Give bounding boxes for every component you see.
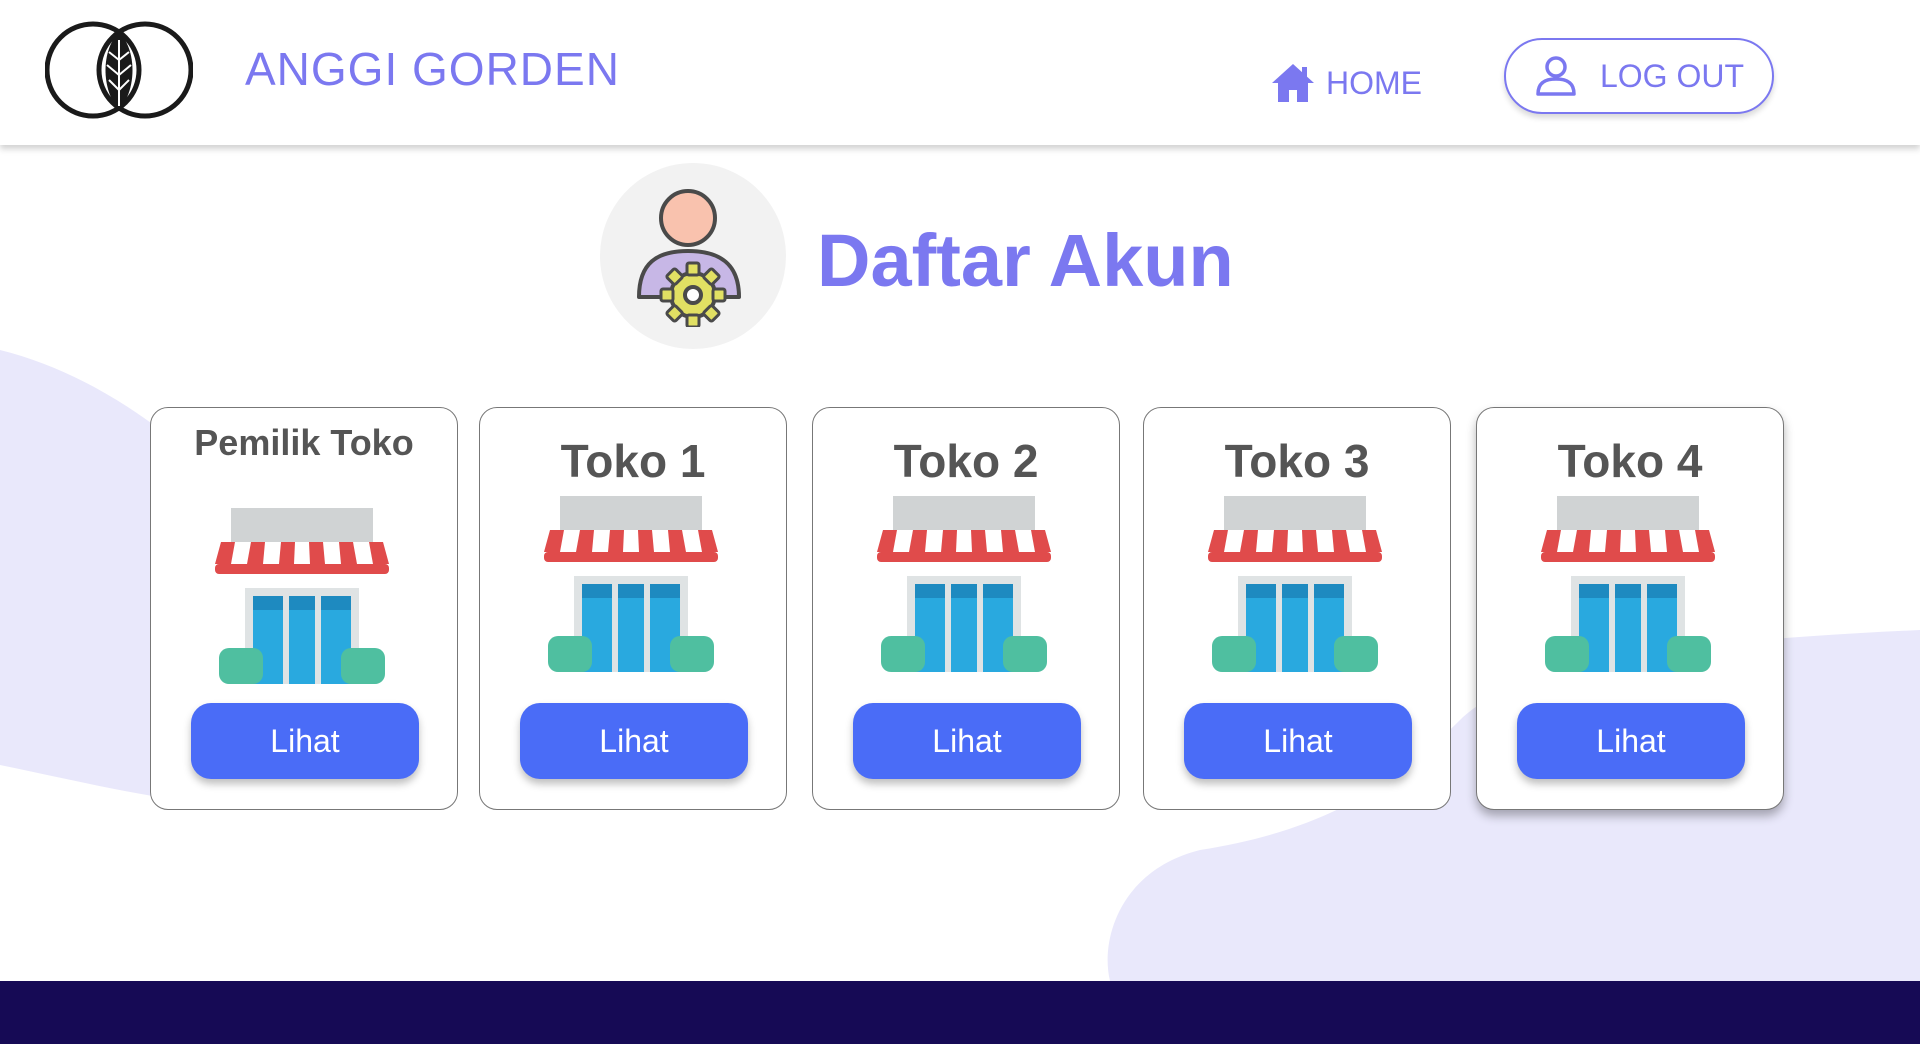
lihat-button[interactable]: Lihat [191,703,419,779]
nav-home-label: HOME [1326,64,1422,101]
lihat-button[interactable]: Lihat [520,703,748,779]
store-icon [544,496,718,672]
card-title: Pemilik Toko [194,422,414,463]
user-gear-icon [637,189,741,327]
store-icon [877,496,1051,672]
footer-bar [0,981,1920,1044]
card-title: Toko 4 [1557,435,1703,487]
nav-home-link[interactable]: HOME [1270,58,1422,108]
card-toko-1: Toko 1 Lihat [479,407,787,810]
store-icon [1541,496,1715,672]
lihat-button[interactable]: Lihat [853,703,1081,779]
card-title: Toko 2 [893,435,1039,487]
store-icon [215,508,389,684]
card-toko-4: Toko 4 Lihat [1476,407,1784,810]
store-icon [1208,496,1382,672]
page-title: Daftar Akun [817,219,1234,302]
user-icon [1536,56,1576,96]
logout-button[interactable]: LOG OUT [1504,38,1774,114]
card-title: Toko 3 [1224,435,1370,487]
page: ANGGI GORDEN HOME LOG OUT Daftar Akun Pe… [0,0,1920,1044]
card-toko-3: Toko 3 Lihat [1143,407,1451,810]
card-toko-2: Toko 2 Lihat [812,407,1120,810]
logout-label: LOG OUT [1599,57,1744,94]
lihat-button[interactable]: Lihat [1184,703,1412,779]
top-navbar: ANGGI GORDEN HOME LOG OUT [0,0,1920,145]
avatar [600,163,786,349]
logo-icon[interactable] [45,20,193,120]
home-icon [1272,64,1314,102]
card-pemilik-toko: Pemilik Toko Lihat [150,407,458,810]
brand-name[interactable]: ANGGI GORDEN [245,42,620,96]
card-title: Toko 1 [560,435,706,487]
lihat-button[interactable]: Lihat [1517,703,1745,779]
